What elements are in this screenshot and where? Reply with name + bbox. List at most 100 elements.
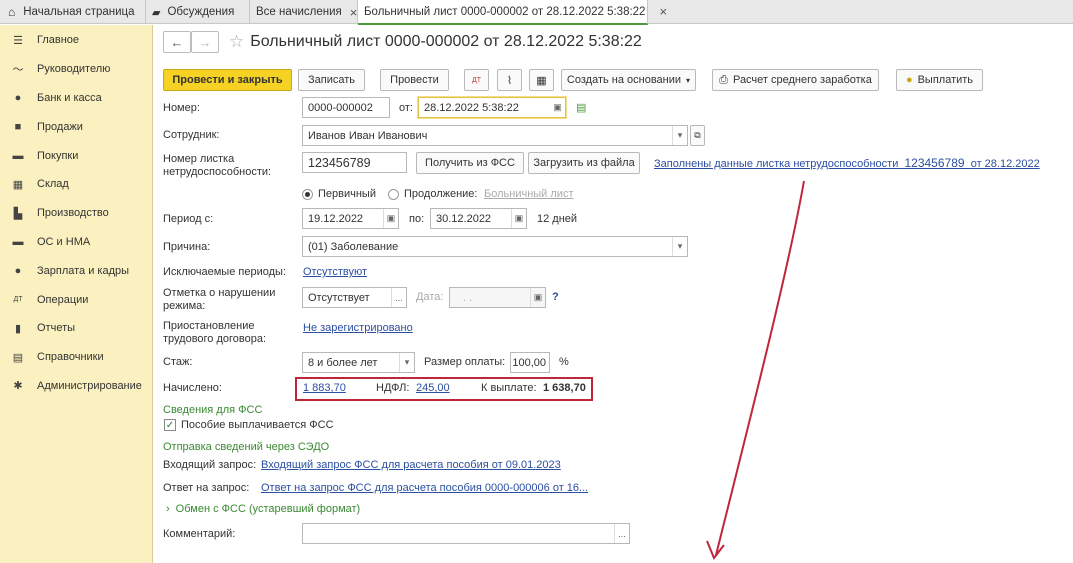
sidebar-item-main[interactable]: ☰ Главное (0, 26, 152, 55)
help-icon[interactable]: ? (552, 291, 559, 304)
sheet-number-field[interactable]: 123456789 (302, 152, 407, 173)
load-from-file-button[interactable]: Загрузить из файла (528, 152, 640, 174)
number-label: Номер: (163, 102, 200, 114)
violation-date-label: Дата: (416, 291, 444, 303)
history-icon[interactable]: ▤ (576, 101, 586, 114)
sidebar-item-warehouse[interactable]: ▦ Склад (0, 170, 152, 199)
sidebar-item-manager[interactable]: 〜 Руководителю (0, 55, 152, 84)
comment-label: Комментарий: (163, 528, 236, 540)
sidebar-item-catalogs[interactable]: ▤ Справочники (0, 343, 152, 372)
forward-button[interactable]: → (191, 31, 219, 53)
suspend-label: Приостановление трудового договора: (163, 320, 267, 345)
truck-icon: ▬ (12, 235, 24, 248)
calendar-icon: ▣ (530, 288, 545, 307)
chart-icon: ▮ (14, 322, 22, 335)
tab-home[interactable]: ⌂ Начальная страница (0, 0, 146, 24)
ndfl-label: НДФЛ: (376, 382, 410, 394)
radio-unselected[interactable] (388, 189, 399, 200)
calendar-icon[interactable]: ▣ (383, 209, 398, 228)
employee-field[interactable]: Иванов Иван Иванович ▾ (302, 125, 688, 146)
back-button[interactable]: ← (163, 31, 191, 53)
factory-icon: ▙ (13, 207, 23, 220)
sidebar-item-bank[interactable]: ● Банк и касса (0, 84, 152, 113)
period-to-label: по: (409, 213, 425, 225)
continuation-radio[interactable]: Продолжение: (388, 188, 477, 201)
ndfl-link[interactable]: 245,00 (416, 382, 450, 394)
sheet-filled-link[interactable]: Заполнены данные листка нетрудоспособнос… (654, 156, 1040, 170)
days-count: 12 дней (537, 213, 578, 225)
continuation-link: Больничный лист (484, 188, 574, 200)
tab-bar: ⌂ Начальная страница ▰ Обсуждения Все на… (0, 0, 1073, 25)
fss-paid-label: Пособие выплачивается ФСС (181, 419, 334, 431)
ellipsis-icon[interactable]: ... (614, 524, 629, 543)
structure-icon: ▦ (536, 74, 547, 87)
violation-field[interactable]: Отсутствует... (302, 287, 407, 308)
open-icon: ⧉ (694, 130, 701, 140)
number-field[interactable]: 0000-000002 (302, 97, 390, 118)
close-icon[interactable]: × (350, 5, 358, 20)
sidebar-item-sales[interactable]: ■ Продажи (0, 112, 152, 141)
structure-button[interactable]: ▦ (529, 69, 554, 91)
accrued-link[interactable]: 1 883,70 (303, 382, 346, 394)
exchange-group[interactable]: › Обмен с ФСС (устаревший формат) (166, 503, 360, 515)
pay-button[interactable]: ● Выплатить (896, 69, 983, 91)
tab-sick-leave[interactable]: Больничный лист 0000-000002 от 28.12.202… (358, 0, 667, 25)
pay-size-field[interactable]: 100,00 (510, 352, 550, 373)
coin-icon: ● (14, 91, 22, 104)
tab-discussions[interactable]: ▰ Обсуждения (146, 0, 250, 24)
incoming-link[interactable]: Входящий запрос ФСС для расчета пособия … (261, 459, 561, 471)
sidebar: ☰ Главное 〜 Руководителю ● Банк и касса ■ Пр… (0, 25, 153, 563)
fss-paid-checkbox[interactable]: ✓ (164, 419, 176, 431)
attach-button[interactable]: ⌇ (497, 69, 522, 91)
calendar-icon[interactable]: ▣ (550, 98, 565, 117)
sheet-number-label: Номер листка нетрудоспособности: (163, 153, 272, 178)
tab-label: Все начисления (256, 6, 342, 18)
tab-all-accruals[interactable]: Все начисления × (250, 0, 358, 24)
create-based-button[interactable]: Создать на основании ▾ (561, 69, 696, 91)
get-from-fss-button[interactable]: Получить из ФСС (416, 152, 524, 174)
sidebar-item-purchases[interactable]: ▬ Покупки (0, 141, 152, 170)
dropdown-arrow-icon[interactable]: ▾ (399, 353, 414, 372)
arrow-left-icon: ← (170, 34, 184, 50)
reason-select[interactable]: (01) Заболевание ▾ (302, 236, 688, 257)
calendar-icon[interactable]: ▣ (511, 209, 526, 228)
dt-kt-button[interactable]: ДТ (464, 69, 489, 91)
experience-select[interactable]: 8 и более лет ▾ (302, 352, 415, 373)
sidebar-item-reports[interactable]: ▮ Отчеты (0, 314, 152, 343)
sidebar-item-admin[interactable]: ✱ Администрирование (0, 372, 152, 401)
sidebar-item-operations[interactable]: ДТ Операции (0, 285, 152, 314)
sidebar-item-production[interactable]: ▙ Производство (0, 199, 152, 228)
suspend-link[interactable]: Не зарегистрировано (303, 322, 413, 334)
excluded-periods-link[interactable]: Отсутствуют (303, 266, 367, 278)
fss-section-title: Сведения для ФСС (163, 404, 263, 416)
experience-label: Стаж: (163, 356, 193, 368)
answer-link[interactable]: Ответ на запрос ФСС для расчета пособия … (261, 482, 588, 494)
payout-value: 1 638,70 (543, 382, 586, 394)
dropdown-arrow-icon[interactable]: ▾ (672, 126, 687, 145)
date-field[interactable]: 28.12.2022 5:38:22 ▣ (418, 97, 566, 118)
incoming-label: Входящий запрос: (163, 459, 257, 471)
close-icon[interactable]: × (659, 4, 667, 19)
from-label: от: (399, 102, 413, 114)
dropdown-arrow-icon[interactable]: ▾ (672, 237, 687, 256)
calc-average-button[interactable]: ⎙ Расчет среднего заработка (712, 69, 879, 91)
open-employee-button[interactable]: ⧉ (690, 125, 705, 146)
employee-label: Сотрудник: (163, 129, 220, 141)
tab-label: Начальная страница (23, 6, 135, 18)
comment-field[interactable]: ... (302, 523, 630, 544)
payout-label: К выплате: (481, 382, 537, 394)
save-button[interactable]: Записать (298, 69, 365, 91)
post-button[interactable]: Провести (380, 69, 449, 91)
sidebar-item-salary[interactable]: ● Зарплата и кадры (0, 256, 152, 285)
post-and-close-button[interactable]: Провести и закрыть (163, 69, 292, 91)
radio-selected[interactable] (302, 189, 313, 200)
period-label: Период с: (163, 213, 214, 225)
star-icon[interactable]: ☆ (229, 32, 244, 52)
period-to-field[interactable]: 30.12.2022 ▣ (430, 208, 527, 229)
primary-radio[interactable]: Первичный (302, 188, 376, 201)
period-from-field[interactable]: 19.12.2022 ▣ (302, 208, 399, 229)
percent-sign: % (559, 356, 569, 368)
reason-label: Причина: (163, 241, 211, 253)
ellipsis-icon[interactable]: ... (391, 288, 406, 307)
sidebar-item-assets[interactable]: ▬ ОС и НМА (0, 228, 152, 257)
